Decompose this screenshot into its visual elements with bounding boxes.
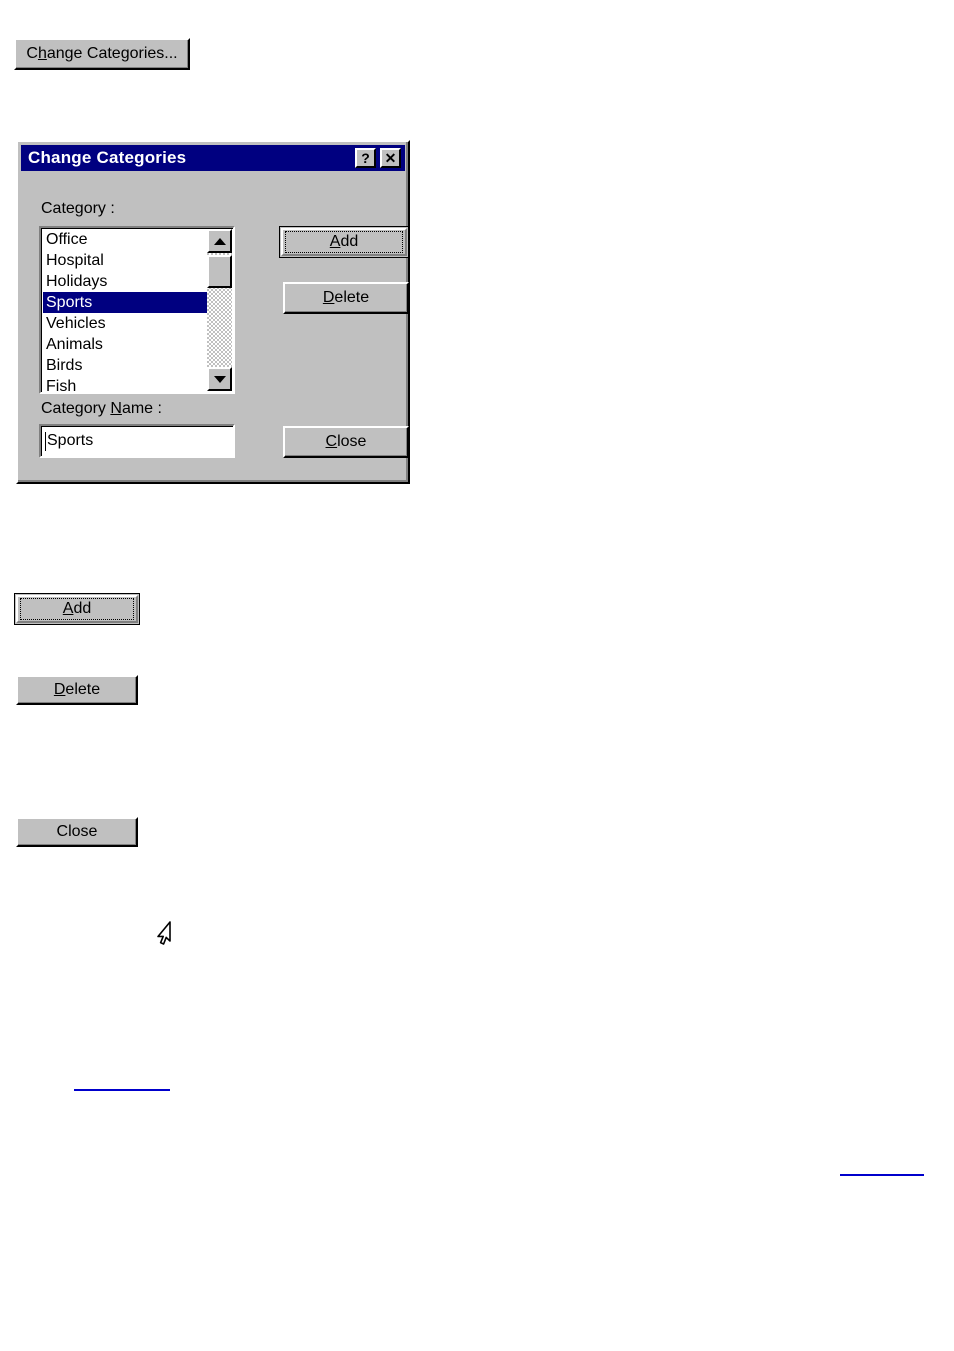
triangle-up-glyph	[213, 237, 226, 245]
category-name-label: Category Name :	[41, 400, 162, 418]
label-rest: elete	[65, 681, 101, 698]
dialog-titlebar[interactable]: Change Categories ? ✕	[21, 145, 405, 171]
dialog-add-button[interactable]: Add	[279, 226, 409, 258]
category-list-item-label: Vehicles	[46, 315, 106, 332]
link-next[interactable]	[840, 1158, 924, 1176]
label-part-pre: C	[26, 45, 38, 62]
standalone-delete-button-label: Delete	[54, 682, 100, 698]
close-icon[interactable]: ✕	[380, 148, 401, 168]
category-listbox[interactable]: Office Hospital Holidays Sports Vehicles Anim…	[39, 226, 235, 394]
label-rest: elete	[334, 289, 370, 306]
standalone-delete-button[interactable]: Delete	[16, 675, 138, 705]
close-icon-glyph: ✕	[384, 150, 397, 166]
help-icon-glyph: ?	[361, 150, 370, 166]
dialog-close-button[interactable]: Close	[283, 426, 409, 458]
standalone-close-button-label: Close	[57, 824, 98, 840]
category-list-item-label: Sports	[46, 294, 93, 311]
category-list-item[interactable]: Sports	[43, 292, 207, 313]
category-list-item[interactable]: Fish	[43, 376, 207, 394]
category-list-item-label: Office	[46, 231, 88, 248]
category-list-item[interactable]: Hospital	[43, 250, 207, 271]
category-list-item[interactable]: Birds	[43, 355, 207, 376]
help-icon[interactable]: ?	[355, 148, 376, 168]
category-name-input[interactable]: Sports	[39, 424, 235, 458]
label-rest: Close	[56, 823, 98, 840]
category-list-item-label: Birds	[46, 357, 83, 374]
dialog-delete-button-label: Delete	[323, 290, 369, 306]
label-accel-char: D	[322, 289, 335, 306]
standalone-add-button[interactable]: Add	[14, 593, 140, 625]
category-name-label-accel: N	[110, 400, 122, 417]
change-categories-button[interactable]: Change Categories...	[14, 38, 190, 70]
category-label: Category :	[41, 200, 115, 217]
scrollbar-thumb[interactable]	[207, 255, 232, 288]
category-list-item-label: Fish	[46, 378, 77, 394]
category-list-item[interactable]: Animals	[43, 334, 207, 355]
category-name-label-post: ame :	[121, 400, 162, 417]
focus-rectangle	[20, 598, 134, 620]
category-list-item-label: Animals	[46, 336, 103, 353]
label-rest: lose	[337, 433, 367, 450]
dialog-title: Change Categories	[28, 148, 187, 167]
mouse-pointer-arrow-icon	[155, 920, 179, 952]
category-name-label-pre: Category	[41, 400, 111, 417]
change-categories-button-label: Change Categories...	[26, 46, 177, 62]
category-list-item[interactable]: Vehicles	[43, 313, 207, 334]
scroll-down-arrow-icon[interactable]	[207, 367, 232, 391]
mouse-pointer-arrow-svg	[157, 921, 171, 945]
category-list-item[interactable]: Holidays	[43, 271, 207, 292]
label-accel-char: h	[37, 45, 47, 62]
dialog-close-button-label: Close	[326, 434, 367, 450]
text-caret	[45, 432, 46, 451]
category-list-item-label: Holidays	[46, 273, 108, 290]
label-accel-char: D	[53, 681, 66, 698]
category-name-input-value: Sports	[47, 432, 94, 449]
category-list-item-label: Hospital	[46, 252, 104, 269]
focus-rectangle	[285, 231, 403, 253]
standalone-close-button[interactable]: Close	[16, 817, 138, 847]
change-categories-dialog: Change Categories ? ✕ Category : Office H…	[16, 140, 410, 484]
label-accel-char: C	[325, 433, 338, 450]
category-list-item[interactable]: Office	[43, 229, 207, 250]
link-previous[interactable]	[74, 1073, 170, 1091]
listbox-scrollbar[interactable]	[207, 229, 232, 391]
label-part-post: ange Categories...	[46, 45, 178, 62]
scroll-up-arrow-icon[interactable]	[207, 229, 232, 253]
triangle-down-glyph	[213, 375, 226, 383]
category-listbox-items: Office Hospital Holidays Sports Vehicles Anim…	[43, 229, 207, 394]
dialog-delete-button[interactable]: Delete	[283, 282, 409, 314]
